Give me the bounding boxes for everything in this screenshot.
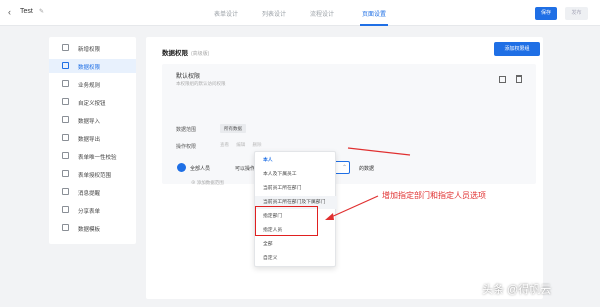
option-self[interactable]: 本人 — [255, 154, 337, 167]
page-title: 数据权限 (高级版) — [162, 47, 209, 57]
edit-icon[interactable]: ✎ — [39, 8, 44, 15]
option-all[interactable]: 全部 — [255, 238, 337, 251]
sidebar-item-add-permission[interactable]: 新增权限 — [49, 41, 136, 55]
person-icon — [177, 163, 186, 172]
sidebar-item-label: 消息提醒 — [78, 191, 101, 197]
op-delete[interactable]: 删除 — [253, 142, 262, 147]
rule-icon — [62, 80, 69, 87]
import-icon — [62, 116, 69, 123]
edition-hint: (高级版) — [191, 51, 210, 57]
sidebar-item-data-template[interactable]: 数据模板 — [49, 221, 136, 235]
back-icon[interactable]: ‹ — [8, 7, 11, 17]
option-custom[interactable]: 自定义 — [255, 252, 337, 265]
of-data-label: 的数据 — [359, 166, 375, 172]
tab-page-settings[interactable]: 页面设置 — [362, 9, 386, 18]
sidebar-item-data-export[interactable]: 数据导出 — [49, 131, 136, 145]
op-edit[interactable]: 编辑 — [236, 142, 245, 147]
tab-list-design[interactable]: 列表设计 — [262, 9, 286, 18]
share-icon — [62, 206, 69, 213]
bell-icon — [62, 188, 69, 195]
template-icon — [62, 224, 69, 231]
sidebar-item-label: 数据导入 — [78, 119, 101, 125]
option-self-and-subordinates[interactable]: 本人及下属员工 — [255, 168, 337, 181]
sidebar-item-custom-button[interactable]: 自定义按钮 — [49, 95, 136, 109]
sidebar-item-unique-check[interactable]: 表单唯一性校验 — [49, 149, 136, 163]
scope-icon — [62, 170, 69, 177]
sidebar-item-label: 数据模板 — [78, 227, 101, 233]
sidebar-item-label: 新增权限 — [78, 47, 101, 53]
delete-icon[interactable] — [516, 75, 522, 83]
watermark: 头条 @得帆云 — [482, 284, 552, 296]
export-icon — [62, 134, 69, 141]
person-scope-label: 全部人员 — [190, 166, 211, 172]
sidebar-item-data-import[interactable]: 数据导入 — [49, 113, 136, 127]
publish-button[interactable]: 发布 — [565, 7, 588, 20]
sidebar-item-label: 数据导出 — [78, 137, 101, 143]
permission-group-card: 默认权限 本权限组的默认访问权限 数据范围 所有数据 操作权限 查看 编辑 删除… — [162, 64, 536, 186]
sidebar-item-notifications[interactable]: 消息提醒 — [49, 185, 136, 199]
sidebar-item-data-permission[interactable]: 数据权限 — [49, 59, 136, 73]
data-permission-panel: 数据权限 (高级版) 添加权限组 默认权限 本权限组的默认访问权限 数据范围 所有… — [146, 37, 543, 299]
can-operate-label: 可以操作 — [235, 166, 256, 172]
op-view[interactable]: 查看 — [220, 142, 229, 147]
doc-icon — [62, 44, 69, 51]
chevron-up-icon: ⌃ — [342, 165, 348, 171]
tab-flow-design[interactable]: 流程设计 — [310, 9, 334, 18]
save-button[interactable]: 保存 — [535, 7, 557, 20]
add-data-range-link[interactable]: ⊕ 添加数据范围 — [191, 180, 224, 186]
app-title: Test — [20, 8, 33, 15]
annotation-highlight-box — [255, 206, 318, 236]
annotation-text: 增加指定部门和指定人员选项 — [382, 191, 486, 200]
permission-group-subtitle: 本权限组的默认访问权限 — [176, 81, 226, 86]
check-icon — [62, 152, 69, 159]
sidebar-item-label: 表单授权范围 — [78, 173, 112, 179]
tab-form-design[interactable]: 表单设计 — [214, 9, 238, 18]
ops-list: 查看 编辑 删除 — [220, 142, 268, 148]
sidebar-item-label: 自定义按钮 — [78, 101, 106, 107]
top-bar: ‹ Test ✎ 表单设计 列表设计 流程设计 页面设置 保存 发布 — [0, 0, 600, 26]
add-permission-group-button[interactable]: 添加权限组 — [494, 42, 540, 56]
permission-group-title: 默认权限 — [176, 74, 201, 80]
ops-label: 操作权限 — [176, 144, 197, 150]
sidebar-item-auth-scope[interactable]: 表单授权范围 — [49, 167, 136, 181]
page-title-text: 数据权限 — [162, 50, 188, 57]
sidebar-item-label: 分享表单 — [78, 209, 101, 215]
settings-sidebar: 新增权限 数据权限 业务规则 自定义按钮 数据导入 数据导出 表单唯一性校验 表… — [49, 37, 136, 244]
add-data-range-label: 添加数据范围 — [196, 180, 224, 185]
sidebar-item-label: 表单唯一性校验 — [78, 155, 117, 161]
sidebar-item-label: 业务规则 — [78, 83, 101, 89]
option-current-dept[interactable]: 当前员工所在部门 — [255, 182, 337, 195]
active-tab-indicator — [360, 24, 388, 26]
sidebar-item-business-rules[interactable]: 业务规则 — [49, 77, 136, 91]
doc-icon — [62, 62, 69, 69]
export-icon[interactable] — [499, 76, 506, 83]
data-range-chip[interactable]: 所有数据 — [220, 124, 246, 133]
sidebar-item-label: 数据权限 — [78, 65, 101, 71]
sidebar-item-share-form[interactable]: 分享表单 — [49, 203, 136, 217]
data-range-label: 数据范围 — [176, 127, 197, 133]
button-icon — [62, 98, 69, 105]
